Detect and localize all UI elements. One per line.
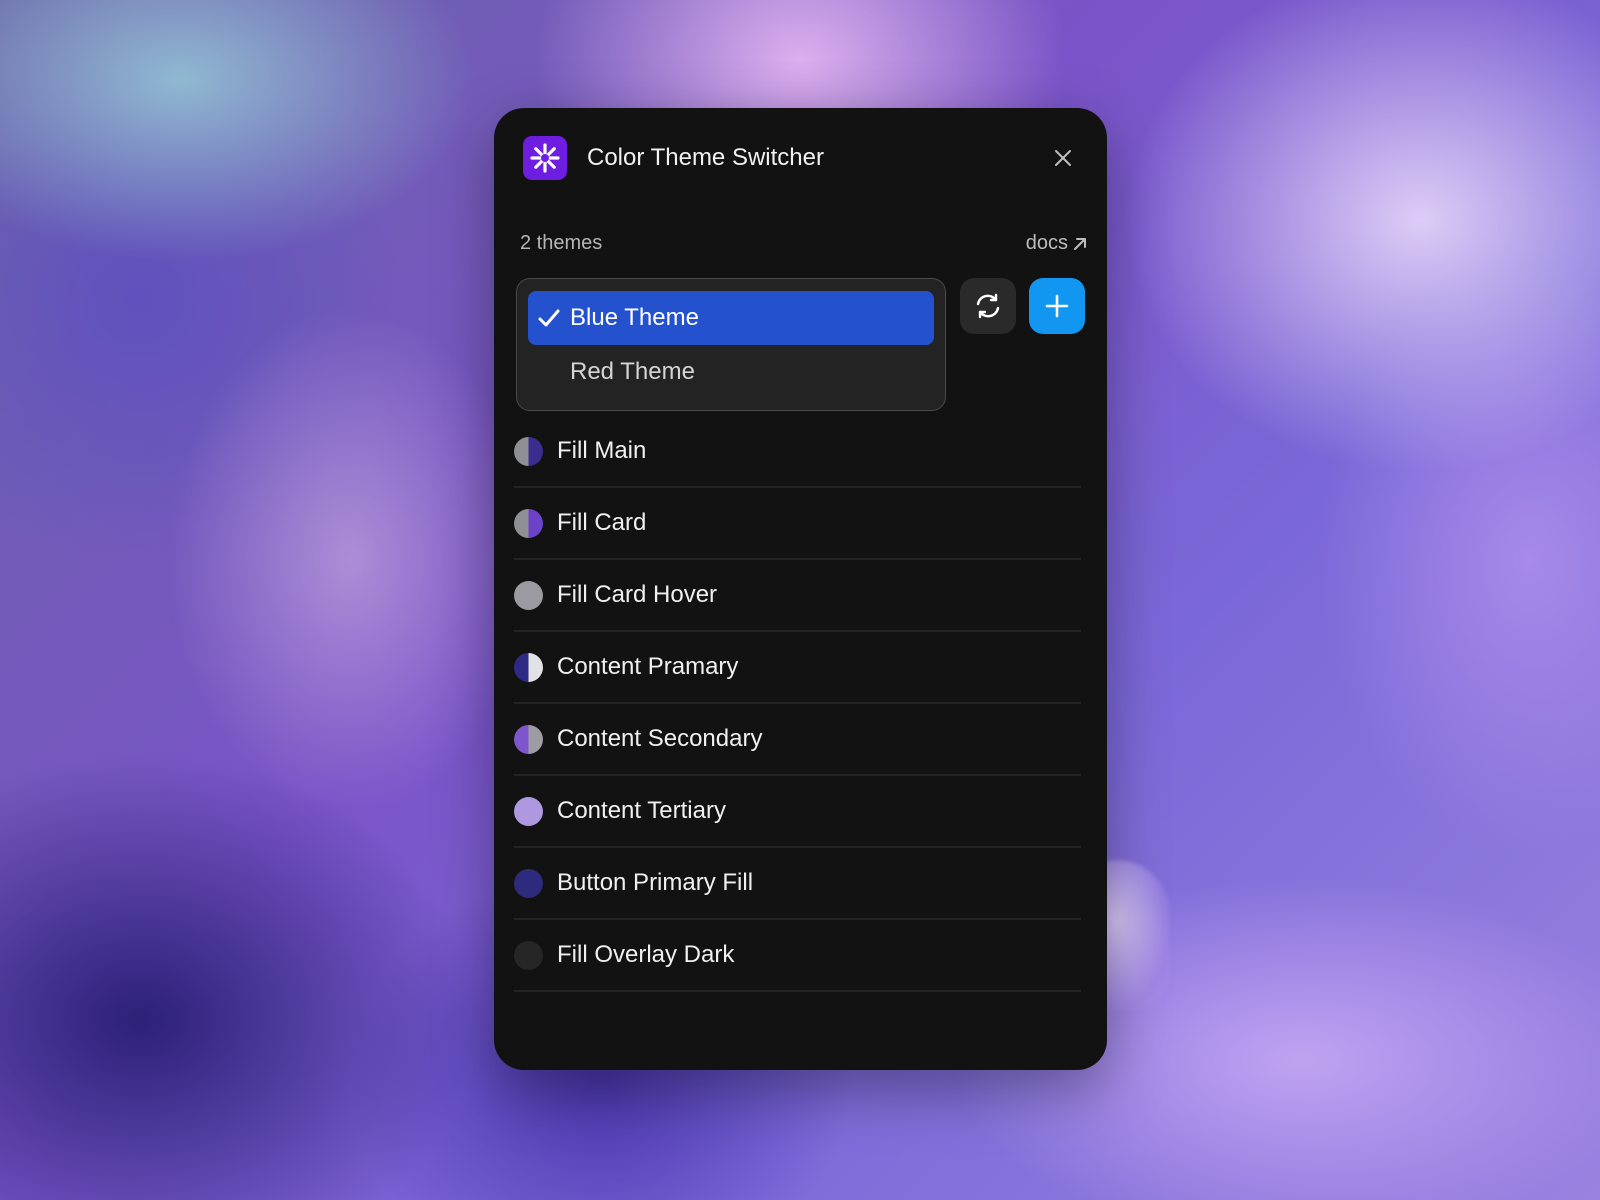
- theme-option-label: Red Theme: [570, 358, 695, 385]
- arrow-up-right-icon: [1074, 237, 1086, 250]
- theme-option-label: Blue Theme: [570, 304, 699, 331]
- token-row[interactable]: Content Tertiary: [514, 776, 1081, 848]
- token-row[interactable]: Fill Card: [514, 488, 1081, 560]
- close-icon: [1055, 150, 1071, 166]
- panel-title: Color Theme Switcher: [587, 144, 824, 171]
- token-row[interactable]: Content Secondary: [514, 704, 1081, 776]
- refresh-icon: [976, 293, 1000, 319]
- add-theme-button[interactable]: [1029, 278, 1085, 334]
- docs-link[interactable]: docs: [1026, 232, 1087, 255]
- refresh-button[interactable]: [960, 278, 1016, 334]
- theme-option-red[interactable]: Red Theme: [528, 345, 934, 399]
- token-row[interactable]: Button Primary Fill: [514, 848, 1081, 920]
- panel-header: Color Theme Switcher: [523, 136, 1078, 180]
- token-label: Fill Main: [557, 437, 647, 464]
- theme-dropdown[interactable]: Blue Theme Red Theme: [516, 278, 946, 411]
- docs-link-label: docs: [1025, 232, 1068, 254]
- token-label: Fill Overlay Dark: [557, 941, 735, 968]
- token-label: Content Tertiary: [557, 797, 726, 824]
- color-swatch: [514, 508, 543, 538]
- token-label: Fill Card: [557, 509, 647, 536]
- checkmark-icon: [528, 308, 570, 328]
- token-label: Content Pramary: [557, 653, 739, 680]
- color-swatch: [514, 868, 543, 898]
- token-label: Fill Card Hover: [557, 581, 718, 608]
- token-label: Button Primary Fill: [557, 869, 754, 896]
- color-swatch: [514, 652, 543, 682]
- token-row[interactable]: Content Pramary: [514, 632, 1081, 704]
- token-row[interactable]: Fill Card Hover: [514, 560, 1081, 632]
- color-swatch: [514, 940, 543, 970]
- token-label: Content Secondary: [557, 725, 763, 752]
- color-swatch: [514, 796, 543, 826]
- token-row[interactable]: Fill Main: [514, 416, 1081, 488]
- color-swatch: [514, 580, 543, 610]
- token-row[interactable]: Fill Overlay Dark: [514, 920, 1081, 992]
- plus-icon: [1045, 294, 1069, 318]
- theme-count: 2 themes: [520, 232, 603, 254]
- color-swatch: [514, 436, 543, 466]
- theme-switcher-panel: Color Theme Switcher 2 themes docs Blue …: [494, 108, 1107, 1070]
- themes-meta-row: 2 themes docs: [520, 232, 1087, 255]
- close-button[interactable]: [1048, 143, 1078, 173]
- color-swatch: [514, 724, 543, 754]
- theme-option-blue[interactable]: Blue Theme: [528, 291, 934, 345]
- snowflake-asterisk-icon: [523, 136, 567, 180]
- color-token-list: Fill Main Fill Card Fill Card Hover Cont…: [514, 416, 1081, 992]
